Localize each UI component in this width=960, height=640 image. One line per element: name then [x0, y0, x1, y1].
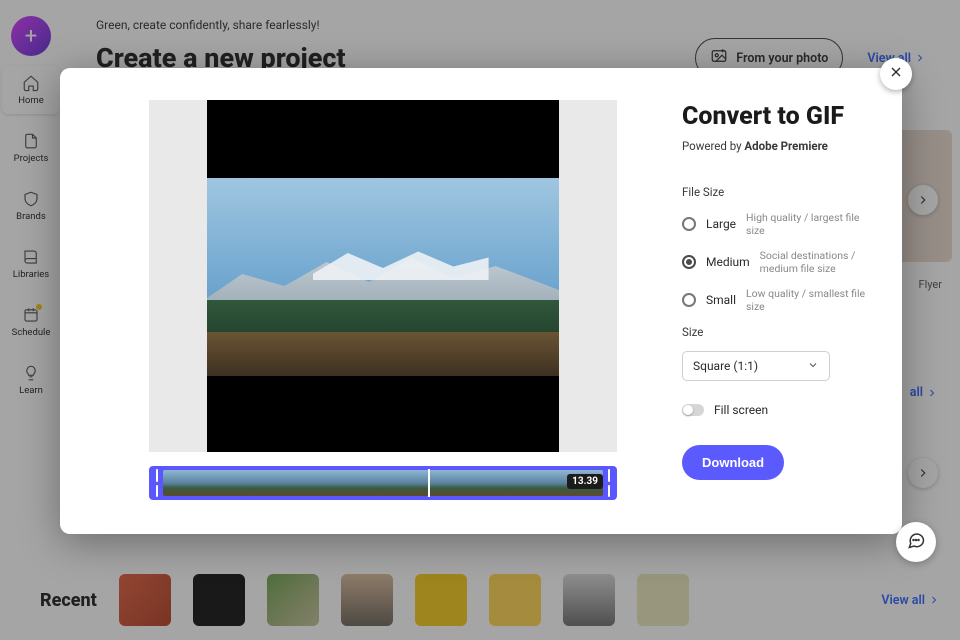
help-chat-button[interactable]	[896, 522, 936, 562]
filesize-option-small[interactable]: Small Low quality / smallest file size	[682, 287, 872, 313]
aspect-ratio-select[interactable]: Square (1:1)	[682, 351, 830, 381]
preview-frame	[149, 100, 617, 452]
option-name: Medium	[706, 255, 750, 269]
option-desc: Social destinations / medium file size	[760, 249, 872, 275]
fill-screen-label: Fill screen	[714, 403, 768, 417]
trim-timeline[interactable]: 13.39	[149, 466, 617, 500]
close-button[interactable]	[880, 58, 912, 90]
controls-column: Convert to GIF Powered by Adobe Premiere…	[646, 68, 902, 534]
filesize-option-medium[interactable]: Medium Social destinations / medium file…	[682, 249, 872, 275]
option-name: Small	[706, 293, 736, 307]
filesize-option-large[interactable]: Large High quality / largest file size	[682, 211, 872, 237]
trim-handle-right[interactable]	[605, 469, 613, 497]
powered-by-text: Powered by Adobe Premiere	[682, 139, 872, 153]
fill-screen-toggle[interactable]	[682, 404, 704, 416]
convert-to-gif-modal: 13.39 Convert to GIF Powered by Adobe Pr…	[60, 68, 902, 534]
duration-badge: 13.39	[567, 474, 603, 489]
size-label: Size	[682, 325, 872, 339]
file-size-label: File Size	[682, 185, 872, 199]
timeline-frames[interactable]	[163, 470, 603, 496]
modal-title: Convert to GIF	[682, 102, 872, 131]
preview-column: 13.39	[60, 68, 646, 534]
download-button[interactable]: Download	[682, 445, 784, 480]
option-name: Large	[706, 217, 736, 231]
radio-icon	[682, 217, 696, 231]
chat-icon	[906, 530, 926, 554]
video-preview[interactable]	[207, 100, 559, 452]
radio-icon	[682, 255, 696, 269]
close-icon	[888, 64, 904, 84]
radio-icon	[682, 293, 696, 307]
playhead[interactable]	[428, 469, 430, 497]
option-desc: Low quality / smallest file size	[746, 287, 872, 313]
select-value: Square (1:1)	[693, 359, 758, 373]
fill-screen-row: Fill screen	[682, 403, 872, 417]
chevron-down-icon	[807, 359, 819, 374]
option-desc: High quality / largest file size	[746, 211, 872, 237]
trim-handle-left[interactable]	[153, 469, 161, 497]
